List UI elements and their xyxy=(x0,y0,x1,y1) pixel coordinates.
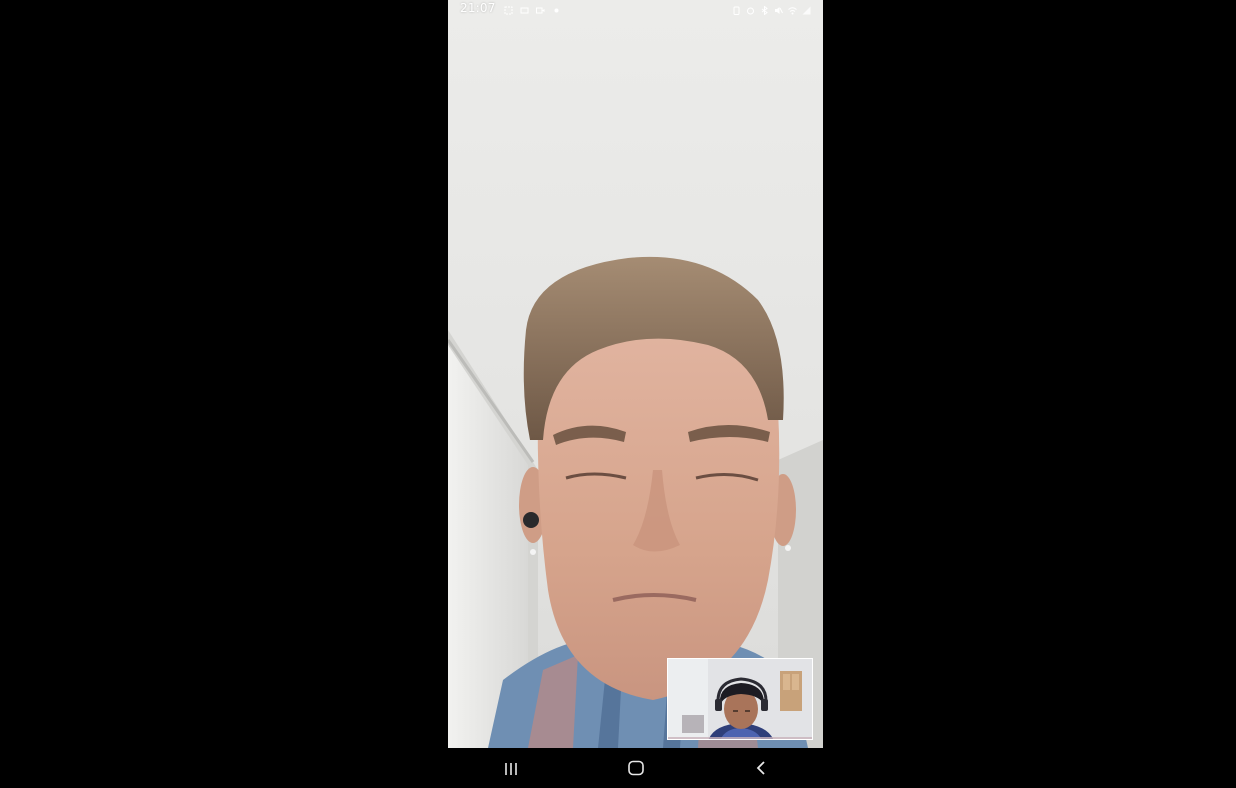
back-icon xyxy=(754,760,768,780)
cast-icon xyxy=(520,4,529,13)
recent-apps-icon xyxy=(503,761,519,780)
status-bar: 21:07 xyxy=(448,0,823,16)
status-time: 21:07 xyxy=(460,1,496,15)
mute-icon xyxy=(774,4,783,14)
self-view-pip[interactable] xyxy=(667,658,813,740)
dot-indicator-icon xyxy=(552,4,561,13)
remote-video[interactable] xyxy=(448,0,823,748)
home-button[interactable] xyxy=(606,755,666,785)
home-icon xyxy=(627,760,645,780)
signal-icon xyxy=(802,4,811,14)
back-button[interactable] xyxy=(731,755,791,785)
local-participant-image xyxy=(668,659,812,739)
navigation-bar xyxy=(448,752,823,788)
remote-participant-image xyxy=(448,0,823,748)
battery-saver-icon xyxy=(732,4,741,15)
alarm-icon xyxy=(746,4,755,14)
screen-mirror-stage: 21:07 xyxy=(0,0,1236,788)
wifi-icon xyxy=(788,4,797,14)
recent-apps-button[interactable] xyxy=(481,755,541,785)
video-camera-icon xyxy=(535,4,545,13)
bluetooth-icon xyxy=(760,4,769,16)
phone-screen: 21:07 xyxy=(448,0,823,748)
screen-record-icon xyxy=(504,4,513,14)
